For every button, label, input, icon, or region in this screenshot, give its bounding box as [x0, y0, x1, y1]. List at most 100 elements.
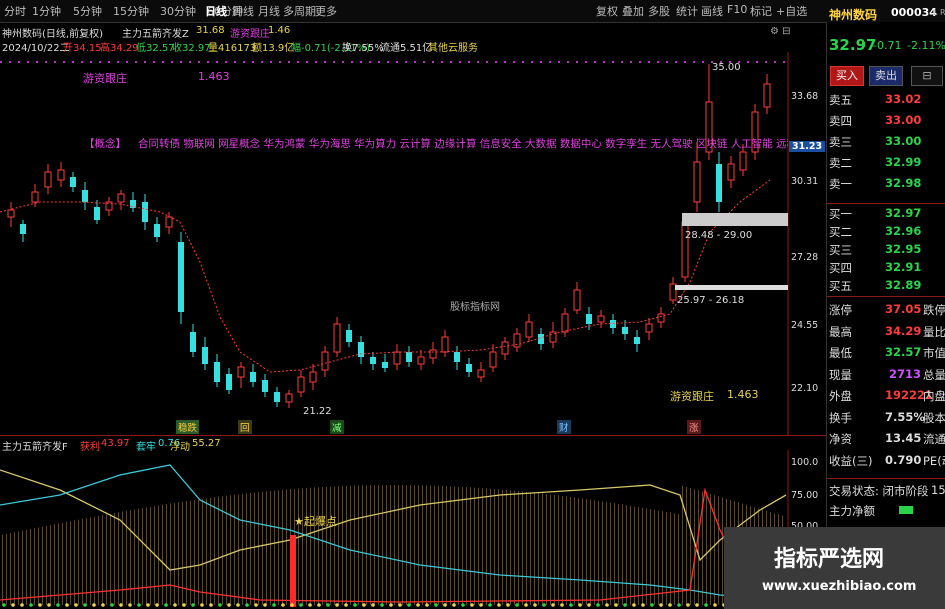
quote-row-label: 买一 [829, 207, 852, 221]
sub-signal-dot [560, 603, 564, 607]
quote-row-value: 192221 [885, 388, 934, 402]
sub-volume-bar [566, 496, 567, 605]
period-tab-fenshi[interactable]: 分时 [4, 3, 26, 19]
sub-volume-bar [366, 485, 367, 605]
sub-signal-dot [119, 603, 123, 607]
period-tab-5min[interactable]: 5分钟 [73, 3, 102, 19]
sub-volume-bar [634, 506, 635, 605]
candle [525, 321, 533, 338]
indicator-name: 主力五箭齐发Z [122, 29, 189, 40]
quote-row-label2: 内盘 [923, 389, 945, 403]
sub-volume-bar [222, 496, 223, 605]
sub-volume-bar [654, 509, 655, 605]
sub-volume-bar [194, 500, 195, 605]
sub-volume-bar [362, 485, 363, 605]
sub-signal-dot [425, 603, 429, 607]
sub-volume-bar [58, 523, 59, 605]
tool-duogu[interactable]: 多股 [648, 3, 670, 19]
settings-icon[interactable]: ⚙ ⊟ [770, 26, 791, 37]
quote-row-label: 买二 [829, 225, 852, 239]
period-toolbar: 分时 1分钟 5分钟 15分钟 30分钟 60分钟 日线 周线 月线 多周期 更… [0, 0, 945, 23]
candle [358, 342, 364, 357]
period-tab-30min[interactable]: 30分钟 [160, 3, 196, 19]
sub-volume-bar [10, 533, 11, 605]
sub-volume-bar [698, 490, 699, 605]
candle [285, 393, 293, 403]
sub-volume-bar [418, 485, 419, 605]
sub-volume-bar [138, 508, 139, 605]
event-tag[interactable]: 回 [238, 420, 252, 434]
buy-button[interactable]: 买入 [830, 66, 864, 86]
period-tab-more[interactable]: 更多 [315, 3, 337, 19]
sub-signal-dot [2, 603, 6, 607]
sub-signal-dot [11, 603, 15, 607]
sub-volume-bar [550, 494, 551, 605]
candle [154, 224, 160, 237]
watermark-title: 指标严选网 [774, 547, 885, 572]
net-flow-label: 主力净额 [829, 504, 875, 518]
sub-volume-bar [78, 519, 79, 605]
candlestick-chart[interactable] [0, 52, 826, 435]
quote-row-label: 买三 [829, 243, 852, 257]
grid-button[interactable]: ⊟ [911, 66, 943, 86]
candle [716, 164, 722, 202]
sub-volume-bar [314, 487, 315, 605]
sell-button[interactable]: 卖出 [869, 66, 903, 86]
sub-volume-bar [134, 509, 135, 605]
quote-row-label: 卖五 [829, 93, 852, 107]
sub-signal-dot [461, 603, 465, 607]
sub-volume-bar [582, 498, 583, 605]
tool-f10[interactable]: F10 [727, 3, 747, 16]
period-tab-monthly[interactable]: 月线 [258, 3, 280, 19]
candle [117, 193, 125, 203]
event-tag[interactable]: 减 [330, 420, 344, 434]
sub-volume-bar [334, 486, 335, 605]
sub-volume-bar [686, 486, 687, 605]
indicator-label: 游资跟庄 [230, 29, 270, 40]
candle [573, 289, 581, 311]
tool-fuquan[interactable]: 复权 [596, 3, 618, 19]
candle [82, 190, 88, 202]
resistance-zone-bar [682, 213, 788, 226]
period-tab-multi[interactable]: 多周期 [283, 3, 316, 19]
sub-volume-bar [562, 495, 563, 605]
candle [561, 313, 569, 333]
event-tag[interactable]: 财 [557, 420, 571, 434]
sub-volume-bar [142, 508, 143, 605]
tool-add-favorite[interactable]: +自选 [776, 3, 807, 19]
sub-indicator-chart[interactable] [0, 450, 826, 609]
tool-huaxian[interactable]: 画线 [701, 3, 723, 19]
candle [44, 171, 52, 188]
quote-row-label: 最低 [829, 346, 852, 360]
sub-signal-dot [542, 603, 546, 607]
period-tab-1min[interactable]: 1分钟 [32, 3, 61, 19]
tool-biaoji[interactable]: 标记 [750, 3, 772, 19]
sub-signal-dot [317, 603, 321, 607]
bottom-follow-value: 1.463 [727, 388, 759, 401]
sub-signal-dot [218, 603, 222, 607]
sub-profit-value: 43.97 [101, 438, 130, 449]
sub-volume-bar [358, 485, 359, 605]
trade-state-num: 15 [931, 483, 945, 497]
candle [622, 327, 628, 334]
period-tab-15min[interactable]: 15分钟 [113, 3, 149, 19]
sub-volume-bar [506, 489, 507, 605]
sub-signal-dot [191, 603, 195, 607]
quote-row-label: 买五 [829, 279, 852, 293]
candle [538, 334, 544, 344]
event-tag[interactable]: 涨 [687, 420, 701, 434]
quote-row-label2: PE(动) [923, 453, 945, 468]
candle [7, 209, 15, 218]
sub-volume-bar [318, 487, 319, 605]
tool-tongji[interactable]: 统计 [676, 3, 698, 19]
sub-volume-bar [390, 485, 391, 605]
period-tab-weekly[interactable]: 周线 [232, 3, 254, 19]
quote-row-value: 32.89 [885, 278, 922, 292]
tool-diejia[interactable]: 叠加 [622, 3, 644, 19]
event-tag[interactable]: 稳跌 [176, 420, 200, 434]
sub-volume-bar [442, 485, 443, 605]
period-tab-daily[interactable]: 日线 [205, 3, 227, 19]
sub-volume-bar [146, 507, 147, 605]
candle [610, 320, 616, 328]
breakout-label: ★起爆点 [294, 515, 337, 528]
